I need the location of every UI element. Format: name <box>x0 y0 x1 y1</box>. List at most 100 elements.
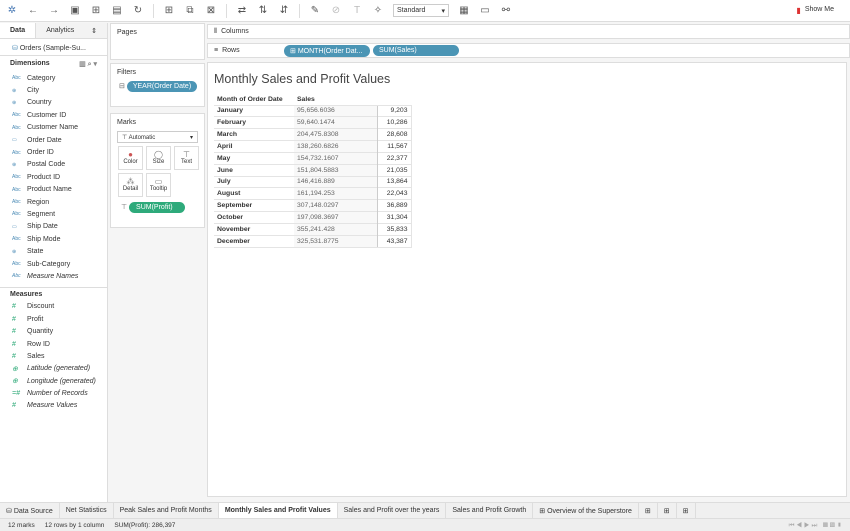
field-order-id[interactable]: Abc Order ID <box>0 146 107 158</box>
sheet-tab[interactable]: Peak Sales and Profit Months <box>114 503 219 518</box>
field-latitude-generated-[interactable]: ⊕ Latitude (generated) <box>0 363 107 375</box>
field-product-name[interactable]: Abc Product Name <box>0 184 107 196</box>
new-worksheet-icon[interactable]: ⊞ <box>639 503 658 518</box>
marks-text-button[interactable]: ⊤ Text <box>174 146 199 170</box>
field-ship-date[interactable]: ▭ Ship Date <box>0 221 107 233</box>
field-measure-values[interactable]: # Measure Values <box>0 400 107 412</box>
marks-button-label: Color <box>123 159 138 165</box>
mark-type-dropdown[interactable]: ⊤ Automatic ▾ <box>117 131 198 143</box>
dimensions-heading: Dimensions <box>10 60 50 67</box>
table-row: January 95,656.6036 9,203 <box>214 104 412 117</box>
filters-card[interactable]: Filters ⊟ YEAR(Order Date) <box>110 63 205 107</box>
field-sales[interactable]: # Sales <box>0 350 107 362</box>
field-number-of-records[interactable]: =# Number of Records <box>0 387 107 399</box>
sheet-tab-label: Data Source <box>13 508 53 515</box>
rows-icon: ≡ <box>214 47 219 54</box>
field-profit[interactable]: # Profit <box>0 313 107 325</box>
number-icon: # <box>12 340 16 348</box>
swap-icon[interactable]: ⇄ <box>236 5 248 16</box>
filter-pill-year[interactable]: YEAR(Order Date) <box>126 81 198 92</box>
field-quantity[interactable]: # Quantity <box>0 325 107 337</box>
marks-detail-button[interactable]: ⁂ Detail <box>118 173 143 197</box>
rows-pill-sales[interactable]: SUM(Sales) <box>373 45 459 56</box>
cell-month: August <box>214 187 294 200</box>
number-icon: # <box>12 328 16 336</box>
field-customer-name[interactable]: Abc Customer Name <box>0 122 107 134</box>
save-icon[interactable]: ▣ <box>69 5 81 16</box>
field-category[interactable]: Abc Category <box>0 72 107 84</box>
sheet-tab[interactable]: Sales and Profit Growth <box>446 503 534 518</box>
field-label: State <box>27 248 44 256</box>
cell-month: April <box>214 140 294 153</box>
field-segment[interactable]: Abc Segment <box>0 208 107 220</box>
label-icon[interactable]: T <box>351 5 363 16</box>
field-measure-names[interactable]: Abc Measure Names <box>0 270 107 282</box>
fit-dropdown[interactable]: Standard ▾ <box>393 4 449 17</box>
cell-sales: 138,260.6826 <box>294 140 377 153</box>
field-country[interactable]: ⊕ Country <box>0 97 107 109</box>
sheet-tab[interactable]: ⛁ Data Source <box>0 503 60 518</box>
tab-data[interactable]: Data <box>0 23 37 38</box>
field-discount[interactable]: # Discount <box>0 301 107 313</box>
sheet-tab[interactable]: ⊞ Overview of the Superstore <box>533 503 639 518</box>
sheet-tab[interactable]: Net Statistics <box>60 503 114 518</box>
presentation-icon[interactable]: ▭ <box>479 5 491 16</box>
field-region[interactable]: Abc Region <box>0 196 107 208</box>
tab-analytics[interactable]: Analytics ⇕ <box>36 23 107 38</box>
field-label: Ship Date <box>27 223 58 231</box>
sort-desc-icon[interactable]: ⇵ <box>278 5 290 16</box>
refresh-icon[interactable]: ↻ <box>132 5 144 16</box>
marks-pill-profit[interactable]: SUM(Profit) <box>129 202 185 213</box>
new-worksheet-icon[interactable]: ⊞ <box>163 5 175 16</box>
marks-size-button[interactable]: ◯ Size <box>146 146 171 170</box>
divider <box>153 3 154 18</box>
new-dashboard-icon[interactable]: ⊞ <box>658 503 677 518</box>
nav-icons[interactable]: ⏮ ◀ ▶ ⏭ ▦ ▩ ▮ <box>789 522 842 529</box>
field-customer-id[interactable]: Abc Customer ID <box>0 109 107 121</box>
cell-month: October <box>214 211 294 224</box>
divider <box>226 3 227 18</box>
share-icon[interactable]: ⚯ <box>500 5 512 16</box>
cell-profit: 31,304 <box>376 211 412 224</box>
field-row-id[interactable]: # Row ID <box>0 338 107 350</box>
field-state[interactable]: ⊕ State <box>0 245 107 257</box>
field-order-date[interactable]: ▭ Order Date <box>0 134 107 146</box>
clear-icon[interactable]: ⊠ <box>205 5 217 16</box>
pause-icon[interactable]: ▤ <box>111 5 123 16</box>
sheet-tab[interactable]: Sales and Profit over the years <box>338 503 447 518</box>
highlight-icon[interactable]: ✎ <box>309 5 321 16</box>
field-sub-category[interactable]: Abc Sub-Category <box>0 258 107 270</box>
show-me-button[interactable]: ▮ Show Me <box>796 6 834 15</box>
marks-color-button[interactable]: ● Color <box>118 146 143 170</box>
redo-icon[interactable]: → <box>48 5 60 16</box>
data-pane: Data Analytics ⇕ ⛁ Orders (Sample-Su... D… <box>0 23 108 502</box>
search-icon[interactable]: ▥ ⌕ ▾ <box>79 60 97 69</box>
pin-icon[interactable]: ✧ <box>372 5 384 16</box>
color-icon: ● <box>128 150 133 159</box>
datasource-item[interactable]: ⛁ Orders (Sample-Su... <box>0 39 107 56</box>
field-longitude-generated-[interactable]: ⊕ Longitude (generated) <box>0 375 107 387</box>
show-me-label: Show Me <box>804 6 834 13</box>
field-city[interactable]: ⊕ City <box>0 84 107 96</box>
duplicate-icon[interactable]: ⧉ <box>184 5 196 16</box>
paperclip-icon[interactable]: ⊘ <box>330 5 342 16</box>
rows-pill-month[interactable]: ⊞ MONTH(Order Dat... <box>284 44 370 57</box>
new-story-icon[interactable]: ⊞ <box>677 503 696 518</box>
show-me-icon: ▮ <box>796 6 801 15</box>
sheet-tab[interactable]: Monthly Sales and Profit Values <box>218 503 338 518</box>
rows-shelf[interactable]: ≡ Rows ⊞ MONTH(Order Dat... SUM(Sales) <box>207 43 850 58</box>
cell-sales: 161,194.253 <box>294 187 377 200</box>
tableau-logo-icon[interactable]: ✲ <box>6 5 18 16</box>
field-ship-mode[interactable]: Abc Ship Mode <box>0 233 107 245</box>
field-product-id[interactable]: Abc Product ID <box>0 171 107 183</box>
new-datasource-icon[interactable]: ⊞ <box>90 5 102 16</box>
field-postal-code[interactable]: ⊕ Postal Code <box>0 159 107 171</box>
sort-asc-icon[interactable]: ⇅ <box>257 5 269 16</box>
field-label: Sales <box>27 352 45 360</box>
pages-card[interactable]: Pages <box>110 23 205 60</box>
columns-shelf[interactable]: ⦀ Columns <box>207 24 850 39</box>
undo-icon[interactable]: ← <box>27 5 39 16</box>
marks-tooltip-button[interactable]: ▭ Tooltip <box>146 173 171 197</box>
chart-icon[interactable]: ▦ <box>458 5 470 16</box>
string-icon: Abc <box>12 174 21 181</box>
